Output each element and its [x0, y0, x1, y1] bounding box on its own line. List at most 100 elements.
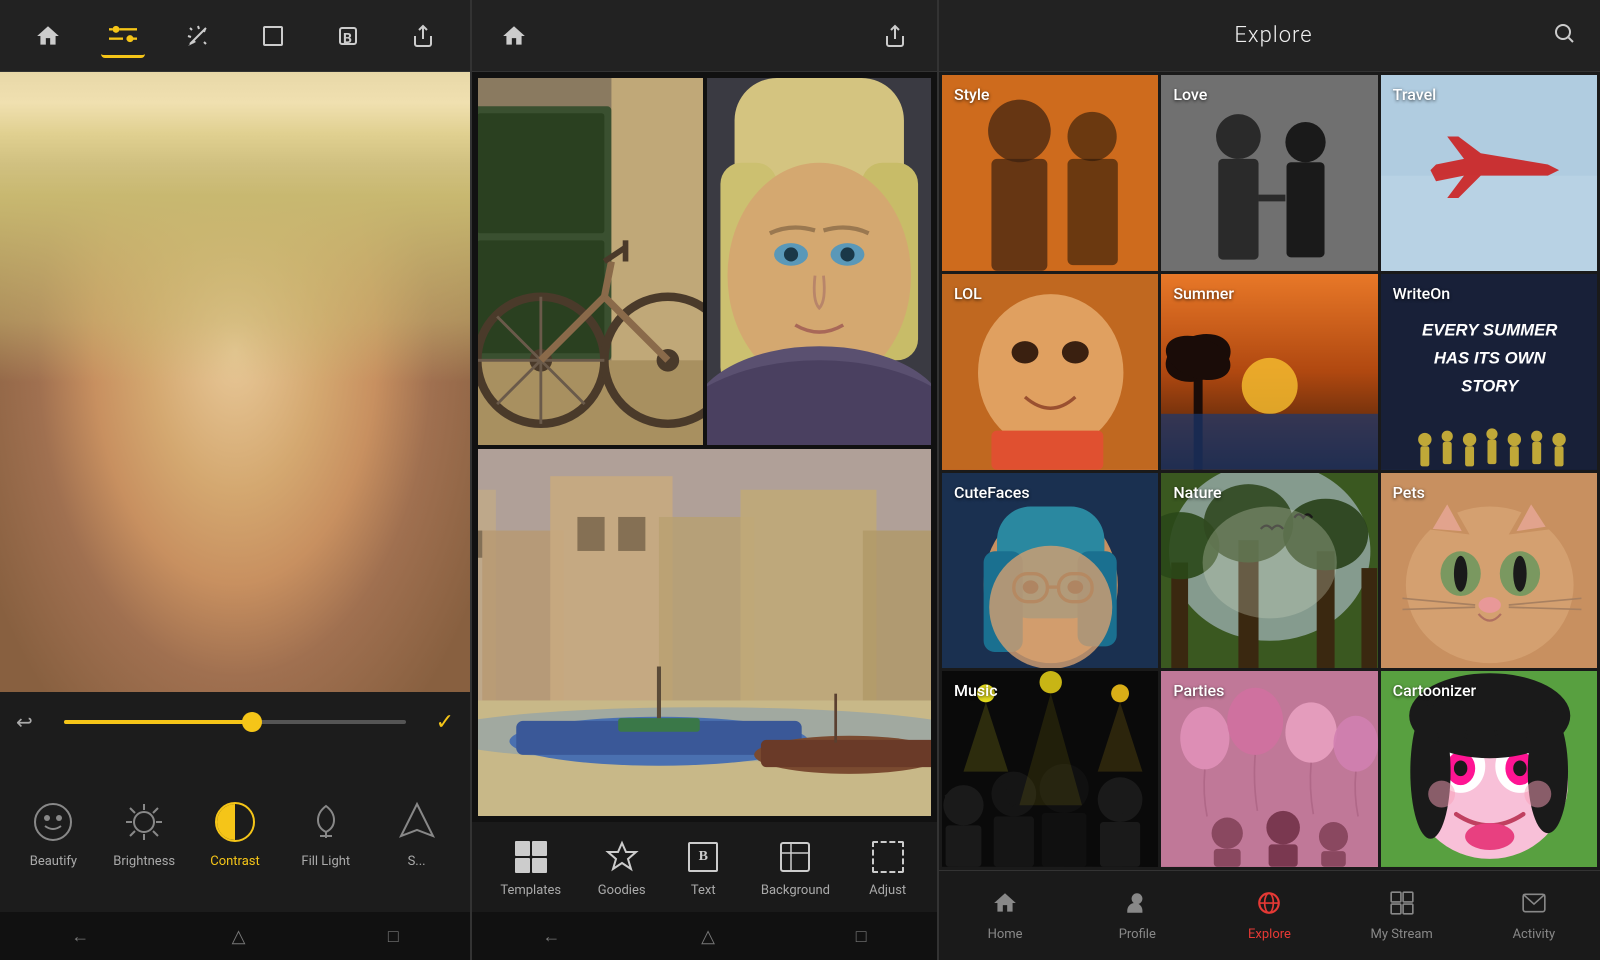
nav-activity[interactable]: Activity — [1494, 890, 1574, 942]
filllight-icon — [300, 796, 352, 848]
tool-text[interactable]: B Text — [682, 836, 724, 898]
tool-filllight[interactable]: Fill Light — [291, 796, 361, 869]
home-nav-button[interactable]: △ — [232, 926, 246, 947]
collage-home-button[interactable] — [492, 14, 536, 58]
explore-cell-parties[interactable]: Parties — [1161, 671, 1377, 867]
cutefaces-label: CuteFaces — [954, 483, 1030, 502]
collage-cell-boats[interactable] — [478, 449, 931, 816]
tool-sharpen[interactable]: S... — [382, 796, 452, 869]
collage-nav-bar: ← △ □ — [472, 912, 937, 960]
explore-nav-icon — [1256, 890, 1282, 922]
collage-grid — [472, 72, 937, 822]
recent-apps-button[interactable]: □ — [388, 926, 399, 947]
photo-display — [0, 72, 470, 692]
bold-button[interactable]: B — [326, 14, 370, 58]
explore-cell-pets[interactable]: Pets — [1381, 473, 1597, 669]
slider-row: ↩ ✓ — [0, 692, 470, 752]
panel-editor: B — [0, 0, 470, 960]
panel-collage: Templates Goodies B Text — [470, 0, 937, 960]
tool-templates[interactable]: Templates — [500, 836, 561, 898]
beautify-icon — [27, 796, 79, 848]
tool-adjust[interactable]: Adjust — [867, 836, 909, 898]
activity-nav-icon — [1521, 890, 1547, 922]
collage-toolbar — [472, 0, 937, 72]
collage-share-button[interactable] — [873, 14, 917, 58]
back-button[interactable]: ← — [71, 926, 89, 947]
crop-button[interactable] — [251, 14, 295, 58]
explore-cell-summer[interactable]: Summer — [1161, 274, 1377, 470]
goodies-label: Goodies — [598, 883, 646, 898]
explore-grid: Style Love Travel — [939, 72, 1600, 870]
nav-mystream[interactable]: My Stream — [1362, 890, 1442, 942]
love-label: Love — [1173, 85, 1207, 104]
svg-text:STORY: STORY — [1461, 376, 1520, 395]
tools-row: Beautify Brig — [0, 752, 470, 912]
travel-label: Travel — [1393, 85, 1437, 104]
collage-bottom-toolbar: Templates Goodies B Text — [472, 822, 937, 912]
tool-contrast[interactable]: Contrast — [200, 796, 270, 869]
parties-label: Parties — [1173, 681, 1224, 700]
share-button[interactable] — [401, 14, 445, 58]
activity-nav-label: Activity — [1513, 927, 1556, 942]
nav-explore[interactable]: Explore — [1229, 890, 1309, 942]
explore-cell-style[interactable]: Style — [942, 75, 1158, 271]
background-label: Background — [761, 883, 830, 898]
explore-cell-music[interactable]: Music — [942, 671, 1158, 867]
explore-cell-love[interactable]: Love — [1161, 75, 1377, 271]
collage-cell-girl[interactable] — [707, 78, 932, 445]
tool-background[interactable]: Background — [761, 836, 830, 898]
explore-title: Explore — [1234, 23, 1312, 48]
collage-home-nav-button[interactable]: △ — [701, 926, 715, 947]
music-label: Music — [954, 681, 998, 700]
goodies-icon — [601, 836, 643, 878]
svg-text:B: B — [343, 31, 352, 47]
tool-brightness[interactable]: Brightness — [109, 796, 179, 869]
wand-button[interactable] — [176, 14, 220, 58]
writeon-label: WriteOn — [1393, 284, 1450, 303]
profile-nav-label: Profile — [1119, 927, 1156, 942]
sliders-button[interactable] — [101, 14, 145, 58]
collage-back-button[interactable]: ← — [542, 926, 560, 947]
explore-cell-nature[interactable]: Nature — [1161, 473, 1377, 669]
bottom-controls: ↩ ✓ Beautify — [0, 692, 470, 912]
profile-nav-icon — [1124, 890, 1150, 922]
tool-goodies[interactable]: Goodies — [598, 836, 646, 898]
pets-label: Pets — [1393, 483, 1425, 502]
collage-cell-bike[interactable] — [478, 78, 703, 445]
portrait-image — [0, 72, 470, 692]
adjust-label: Adjust — [869, 883, 906, 898]
explore-cell-cutefaces[interactable]: CuteFaces — [942, 473, 1158, 669]
explore-header: Explore — [939, 0, 1600, 72]
slider-fill — [64, 720, 252, 724]
editor-toolbar: B — [0, 0, 470, 72]
templates-icon — [510, 836, 552, 878]
text-label: Text — [691, 883, 716, 898]
svg-text:EVERY SUMMER: EVERY SUMMER — [1422, 320, 1557, 339]
explore-cell-lol[interactable]: LOL — [942, 274, 1158, 470]
explore-cell-writeon[interactable]: EVERY SUMMER HAS ITS OWN STORY Write — [1381, 274, 1597, 470]
contrast-slider[interactable] — [64, 720, 406, 724]
sharpen-icon — [391, 796, 443, 848]
style-label: Style — [954, 85, 990, 104]
svg-text:HAS ITS OWN: HAS ITS OWN — [1433, 348, 1546, 367]
mystream-nav-icon — [1389, 890, 1415, 922]
tool-beautify[interactable]: Beautify — [18, 796, 88, 869]
brightness-icon — [118, 796, 170, 848]
explore-search-button[interactable] — [1552, 21, 1576, 51]
slider-thumb[interactable] — [242, 712, 262, 732]
nav-home[interactable]: Home — [965, 890, 1045, 942]
adjust-icon — [867, 836, 909, 878]
summer-label: Summer — [1173, 284, 1234, 303]
sharpen-label: S... — [408, 854, 426, 869]
explore-cell-cartoonizer[interactable]: Cartoonizer — [1381, 671, 1597, 867]
templates-label: Templates — [500, 883, 561, 898]
lol-label: LOL — [954, 284, 982, 303]
undo-button[interactable]: ↩ — [16, 710, 48, 734]
explore-nav-bar: Home Profile Explore — [939, 870, 1600, 960]
home-button[interactable] — [26, 14, 70, 58]
explore-cell-travel[interactable]: Travel — [1381, 75, 1597, 271]
nav-profile[interactable]: Profile — [1097, 890, 1177, 942]
confirm-button[interactable]: ✓ — [422, 710, 454, 735]
text-icon: B — [682, 836, 724, 878]
collage-recent-apps-button[interactable]: □ — [856, 926, 867, 947]
